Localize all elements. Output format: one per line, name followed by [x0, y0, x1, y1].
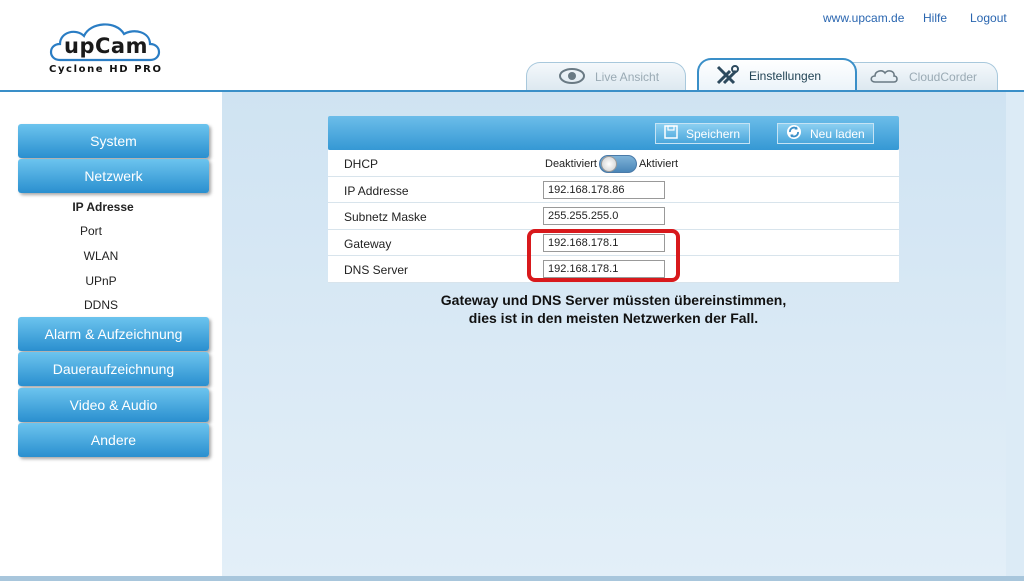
help-link[interactable]: Hilfe [923, 11, 947, 25]
cloud-icon [869, 68, 899, 87]
save-button-label: Speichern [686, 126, 741, 141]
sidebar-subitem-upnp[interactable]: UPnP [0, 274, 212, 288]
upcam-logo: upCam Cyclone HD PRO [46, 20, 166, 76]
save-button[interactable]: Speichern [655, 123, 750, 144]
toggle-knob [600, 156, 617, 172]
subnet-mask-input[interactable] [543, 207, 665, 225]
upcam-website-link[interactable]: www.upcam.de [823, 11, 904, 25]
tab-live-view-label: Live Ansicht [595, 70, 660, 84]
sidebar-subitem-port[interactable]: Port [0, 224, 202, 238]
dhcp-toggle-group: Deaktiviert Aktiviert [545, 155, 678, 173]
sidebar-item-continuous-recording[interactable]: Daueraufzeichnung [18, 352, 209, 386]
tab-cloudcorder[interactable]: CloudCorder [838, 62, 998, 91]
logo-subtitle: Cyclone HD PRO [49, 64, 163, 75]
dns-server-label: DNS Server [344, 263, 409, 277]
reload-button-label: Neu laden [810, 126, 865, 141]
tools-icon [715, 64, 739, 89]
settings-toolbar: Speichern Neu laden [328, 116, 899, 150]
sidebar-item-system[interactable]: System [18, 124, 209, 158]
form-row-ip: IP Addresse [328, 176, 899, 203]
tab-live-view[interactable]: Live Ansicht [526, 62, 686, 91]
subnet-mask-label: Subnetz Maske [344, 210, 427, 224]
sidebar-subitem-ip-address[interactable]: IP Adresse [0, 200, 214, 214]
annotation-note: Gateway und DNS Server müssten übereinst… [328, 291, 899, 327]
tab-settings[interactable]: Einstellungen [697, 58, 857, 92]
annotation-line-1: Gateway und DNS Server müssten übereinst… [440, 292, 787, 308]
reload-button[interactable]: Neu laden [777, 123, 874, 144]
annotation-line-2: dies ist in den meisten Netzwerken der F… [468, 310, 759, 326]
sidebar-item-alarm-recording[interactable]: Alarm & Aufzeichnung [18, 317, 209, 351]
logo-text: upCam [64, 34, 148, 58]
logout-link[interactable]: Logout [970, 11, 1007, 25]
ip-address-input[interactable] [543, 180, 665, 199]
sidebar-subitem-ddns[interactable]: DDNS [0, 298, 212, 312]
gateway-label: Gateway [344, 236, 392, 251]
sidebar-subitem-wlan[interactable]: WLAN [0, 249, 212, 263]
form-row-dhcp: DHCP Deaktiviert Aktiviert [328, 150, 899, 177]
bottom-border [0, 576, 1024, 581]
eye-icon [559, 67, 585, 87]
dhcp-toggle[interactable] [598, 155, 637, 173]
ip-address-label: IP Addresse [344, 183, 409, 198]
form-row-subnet: Subnetz Maske [328, 203, 899, 230]
tab-settings-label: Einstellungen [749, 69, 822, 83]
refresh-icon [786, 124, 802, 143]
save-icon [664, 125, 678, 142]
sidebar-item-other[interactable]: Andere [18, 423, 209, 457]
header: upCam Cyclone HD PRO www.upcam.de Hilfe … [0, 0, 1024, 92]
dhcp-off-label: Deaktiviert [545, 158, 597, 170]
tab-cloudcorder-label: CloudCorder [909, 70, 978, 84]
dhcp-label: DHCP [344, 157, 379, 171]
gateway-dns-highlight [527, 229, 680, 282]
sidebar-item-network[interactable]: Netzwerk [18, 159, 209, 193]
dhcp-on-label: Aktiviert [638, 158, 679, 170]
sidebar-item-video-audio[interactable]: Video & Audio [18, 388, 209, 422]
